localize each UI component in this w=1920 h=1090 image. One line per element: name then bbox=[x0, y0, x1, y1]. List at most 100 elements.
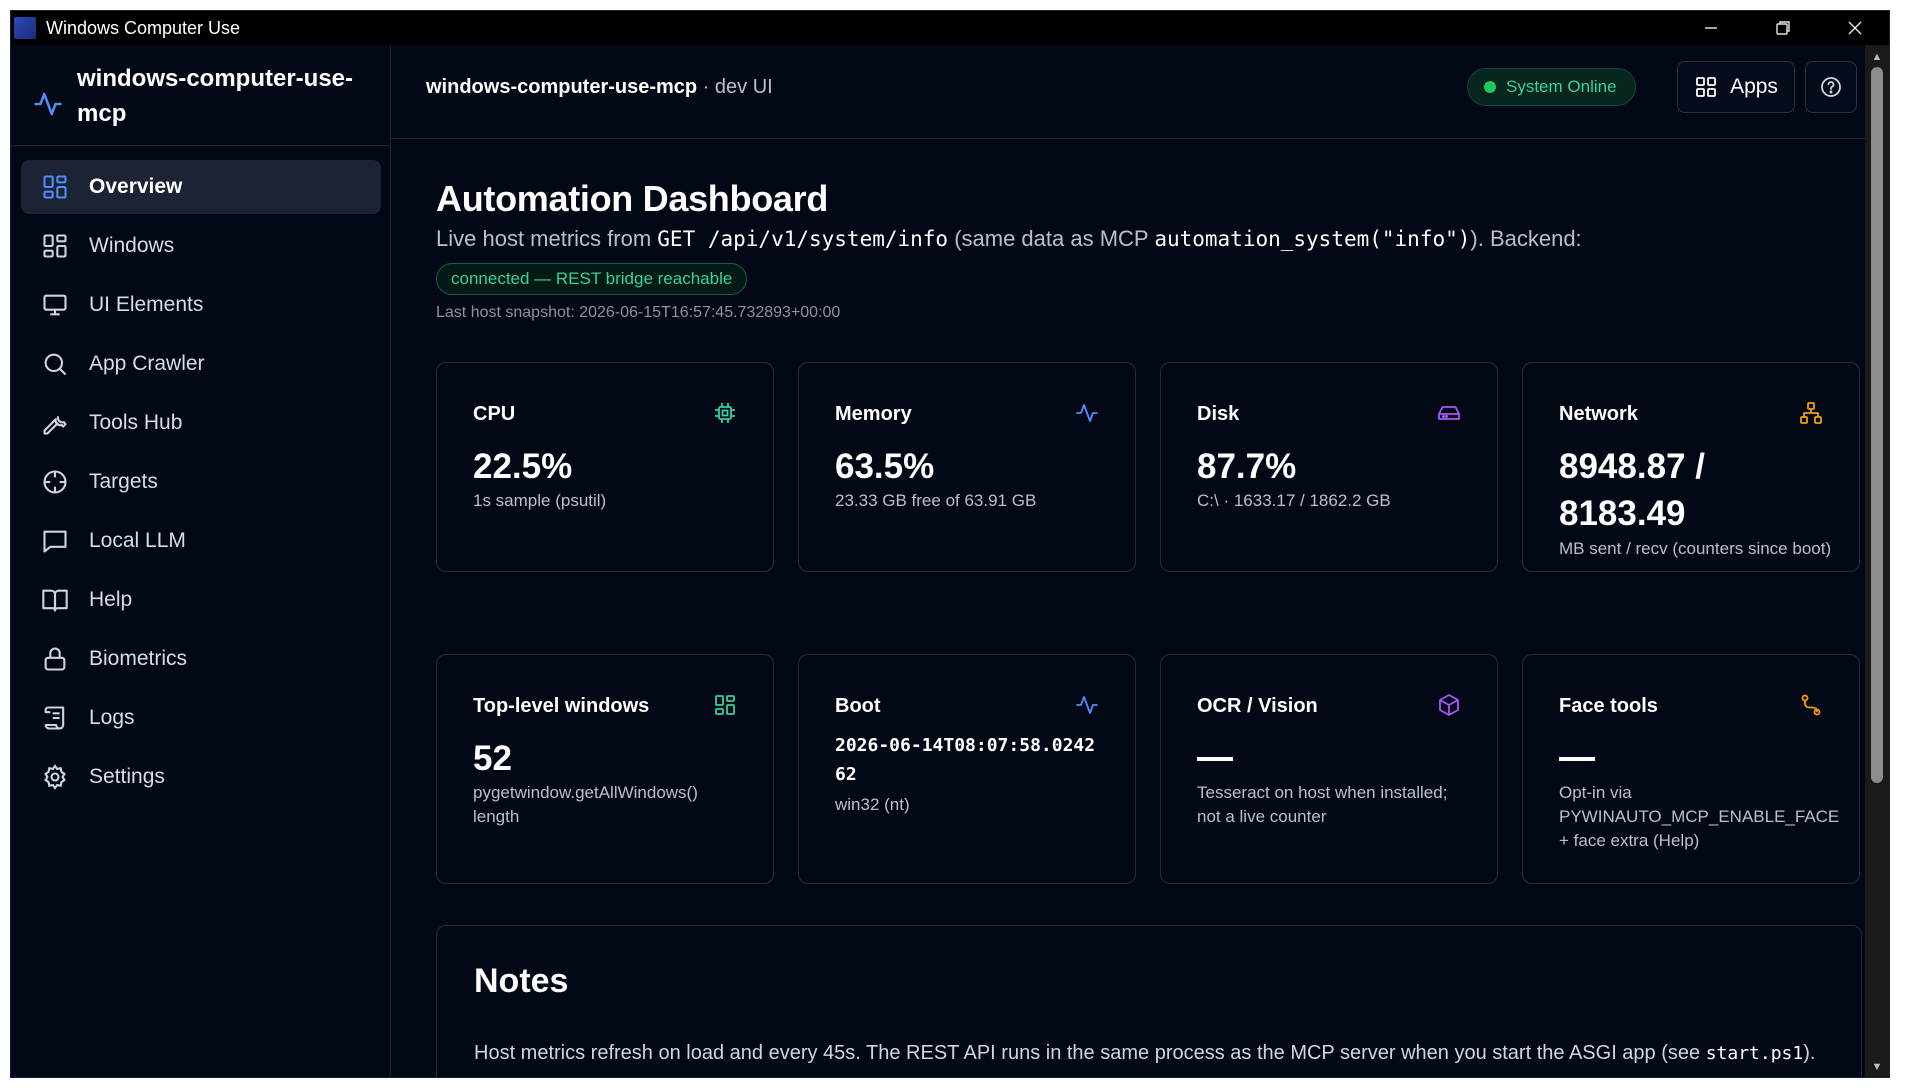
crosshair-icon bbox=[41, 468, 69, 496]
apps-button[interactable]: Apps bbox=[1677, 61, 1795, 113]
sidebar-item-label: Tools Hub bbox=[89, 411, 183, 434]
sidebar-item-help[interactable]: Help bbox=[21, 573, 381, 627]
subtitle-text: ). Backend: bbox=[1470, 226, 1582, 251]
sidebar-item-ui-elements[interactable]: UI Elements bbox=[21, 278, 381, 332]
status-dot-icon bbox=[1484, 81, 1496, 93]
card-title: Memory bbox=[835, 403, 912, 425]
card-subtext: pygetwindow.getAllWindows() length bbox=[473, 783, 698, 826]
search-icon bbox=[41, 350, 69, 378]
card-title: OCR / Vision bbox=[1197, 695, 1318, 717]
notes-title: Notes bbox=[474, 962, 569, 1000]
sidebar-item-overview[interactable]: Overview bbox=[21, 160, 381, 214]
sidebar-item-targets[interactable]: Targets bbox=[21, 455, 381, 509]
card-subtext: C:\ · 1633.17 / 1862.2 GB bbox=[1197, 491, 1391, 510]
scroll-thumb[interactable] bbox=[1871, 67, 1883, 783]
close-icon bbox=[1848, 21, 1862, 35]
sidebar-item-label: Help bbox=[89, 588, 133, 611]
breadcrumb-suffix: · dev UI bbox=[697, 76, 773, 98]
subtitle-text: Live host metrics from bbox=[436, 226, 658, 251]
help-circle-icon bbox=[1821, 77, 1841, 97]
grid-icon bbox=[713, 693, 737, 717]
sidebar-item-local-llm[interactable]: Local LLM bbox=[21, 514, 381, 568]
card-value: 87.7% bbox=[1197, 447, 1297, 486]
activity-icon bbox=[33, 89, 63, 119]
app-icon bbox=[14, 17, 36, 39]
card-value: 2026-06-14T08:07:58.024262 bbox=[835, 735, 1096, 785]
sidebar-item-app-crawler[interactable]: App Crawler bbox=[21, 337, 381, 391]
page-subtitle: Live host metrics from GET /api/v1/syste… bbox=[436, 226, 1582, 252]
window-title: Windows Computer Use bbox=[46, 17, 241, 38]
sidebar: windows-computer-use-mcp Overview Window… bbox=[11, 45, 391, 1077]
mcp-call-code: automation_system("info") bbox=[1154, 227, 1471, 251]
monitor-icon bbox=[41, 291, 69, 319]
grid-icon bbox=[41, 173, 69, 201]
windows-grid-icon bbox=[41, 232, 69, 260]
divider bbox=[11, 145, 391, 146]
card-title: Top-level windows bbox=[473, 695, 650, 717]
card-title: Boot bbox=[835, 695, 881, 717]
notes-panel: Notes Host metrics refresh on load and e… bbox=[436, 925, 1862, 1077]
sidebar-item-label: Settings bbox=[89, 765, 165, 788]
brand-name: windows-computer-use-mcp bbox=[77, 65, 354, 127]
ocr-card: OCR / Vision — Tesseract on host when in… bbox=[1160, 654, 1498, 884]
cpu-chip-icon bbox=[713, 401, 737, 425]
status-text: System Online bbox=[1506, 77, 1617, 96]
card-title: Network bbox=[1559, 403, 1638, 425]
notes-text-part: ). bbox=[1803, 1042, 1816, 1064]
activity-icon bbox=[1075, 401, 1099, 425]
scroll-down-arrow-icon[interactable]: ▼ bbox=[1865, 1057, 1889, 1077]
maximize-button[interactable] bbox=[1747, 11, 1819, 45]
sidebar-item-label: Windows bbox=[89, 234, 175, 257]
memory-card: Memory 63.5% 23.33 GB free of 63.91 GB bbox=[798, 362, 1136, 572]
close-button[interactable] bbox=[1819, 11, 1889, 45]
sidebar-item-windows[interactable]: Windows bbox=[21, 219, 381, 273]
card-subtext: 1s sample (psutil) bbox=[473, 491, 607, 510]
wrench-icon bbox=[41, 409, 69, 437]
start-script-code: start.ps1 bbox=[1705, 1043, 1804, 1064]
apps-label: Apps bbox=[1730, 75, 1778, 98]
card-value: 63.5% bbox=[835, 447, 935, 486]
chat-icon bbox=[41, 527, 69, 555]
scroll-icon bbox=[41, 704, 69, 732]
sidebar-item-logs[interactable]: Logs bbox=[21, 691, 381, 745]
cpu-card: CPU 22.5% 1s sample (psutil) bbox=[436, 362, 774, 572]
sidebar-item-tools-hub[interactable]: Tools Hub bbox=[21, 396, 381, 450]
brand[interactable]: windows-computer-use-mcp bbox=[33, 61, 367, 131]
empty-value-dash bbox=[1197, 757, 1233, 761]
window-controls bbox=[1675, 11, 1889, 45]
sidebar-item-label: Overview bbox=[89, 175, 183, 198]
activity-icon bbox=[1075, 693, 1099, 717]
sidebar-item-label: Logs bbox=[89, 706, 135, 729]
title-bar[interactable]: Windows Computer Use bbox=[11, 11, 1889, 45]
notes-text-part: Host metrics refresh on load and every 4… bbox=[474, 1042, 1706, 1064]
boot-card: Boot 2026-06-14T08:07:58.024262 win32 (n… bbox=[798, 654, 1136, 884]
route-icon bbox=[1799, 693, 1823, 717]
card-title: Disk bbox=[1197, 403, 1240, 425]
book-icon bbox=[41, 586, 69, 614]
minimize-button[interactable] bbox=[1675, 11, 1747, 45]
scroll-up-arrow-icon[interactable]: ▲ bbox=[1865, 47, 1889, 67]
sidebar-nav: Overview Windows UI Elements App Crawler… bbox=[21, 160, 381, 809]
empty-value-dash bbox=[1559, 757, 1595, 761]
network-icon bbox=[1799, 401, 1823, 425]
restore-icon bbox=[1776, 21, 1790, 35]
card-subtext: 23.33 GB free of 63.91 GB bbox=[835, 491, 1037, 510]
vertical-scrollbar[interactable]: ▲ ▼ bbox=[1865, 45, 1889, 1077]
apps-grid-icon bbox=[1696, 77, 1716, 97]
hard-drive-icon bbox=[1437, 401, 1461, 425]
face-tools-card: Face tools — Opt-in via PYWINAUTO_MCP_EN… bbox=[1522, 654, 1860, 884]
card-value: 8948.87 / 8183.49 bbox=[1559, 447, 1705, 533]
breadcrumb: windows-computer-use-mcp · dev UI bbox=[426, 76, 773, 99]
subtitle-text: (same data as MCP bbox=[948, 226, 1155, 251]
card-value: 22.5% bbox=[473, 447, 573, 486]
app-window: Windows Computer Use windows-computer-us… bbox=[10, 10, 1890, 1078]
backend-status-badge: connected — REST bridge reachable bbox=[436, 263, 748, 295]
main-content: Automation Dashboard Live host metrics f… bbox=[391, 140, 1889, 1077]
page-title: Automation Dashboard bbox=[436, 178, 829, 219]
sidebar-item-biometrics[interactable]: Biometrics bbox=[21, 632, 381, 686]
card-subtext: Tesseract on host when installed; not a … bbox=[1197, 783, 1448, 826]
sidebar-item-label: UI Elements bbox=[89, 293, 204, 316]
sidebar-item-settings[interactable]: Settings bbox=[21, 750, 381, 804]
help-button[interactable] bbox=[1805, 61, 1857, 113]
cube-icon bbox=[1437, 693, 1461, 717]
